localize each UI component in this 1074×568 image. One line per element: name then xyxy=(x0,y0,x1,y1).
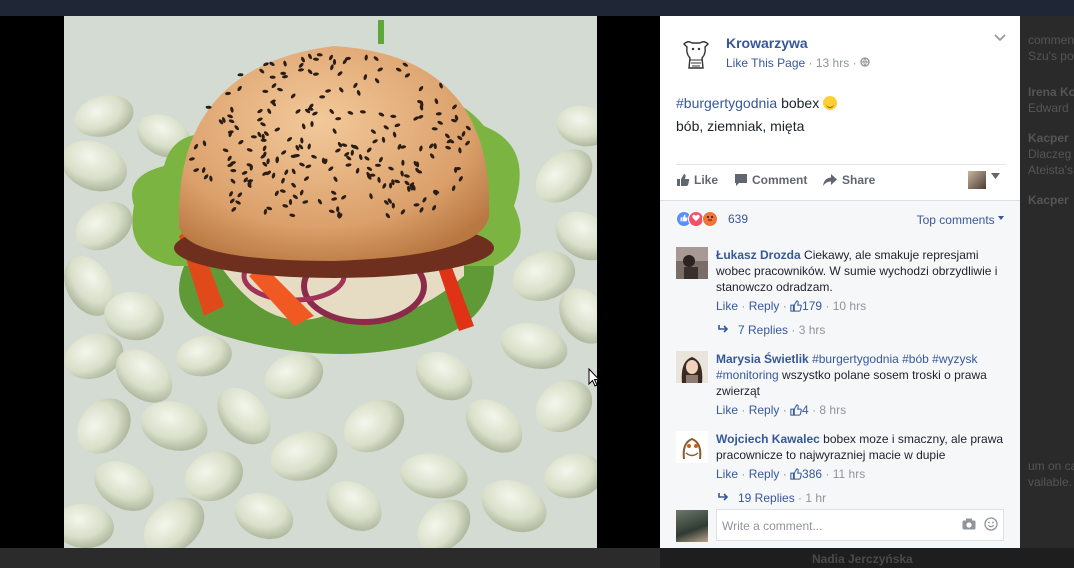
chevron-down-icon[interactable] xyxy=(994,34,1006,42)
post-ingredients: bób, ziemniak, mięta xyxy=(676,118,805,134)
viewer-avatar[interactable] xyxy=(968,171,986,189)
comment-like-link[interactable]: Like xyxy=(716,467,738,481)
like-page-link[interactable]: Like This Page xyxy=(726,56,805,70)
caret-down-icon[interactable] xyxy=(991,173,1000,179)
comment-like-link[interactable]: Like xyxy=(716,403,738,417)
page-avatar-cow-logo[interactable] xyxy=(676,34,716,74)
comment-like-link[interactable]: Like xyxy=(716,299,738,313)
share-icon xyxy=(823,174,837,186)
comment-input[interactable]: Write a comment... xyxy=(716,509,1004,541)
view-replies-link[interactable]: 7 Replies · 3 hrs xyxy=(718,323,825,337)
comment-author-link[interactable]: Marysia Świetlik xyxy=(716,352,809,366)
angry-reaction-icon xyxy=(702,211,718,227)
post-action-bar: Like Comment Share xyxy=(676,164,1006,200)
commenter-avatar[interactable] xyxy=(676,351,708,383)
commenter-avatar[interactable] xyxy=(676,247,708,279)
mouse-cursor-icon xyxy=(588,368,600,387)
background-top-bar xyxy=(0,0,1074,16)
camera-icon[interactable] xyxy=(962,518,976,530)
comment-timestamp[interactable]: 10 hrs xyxy=(833,299,866,313)
share-button[interactable]: Share xyxy=(822,173,875,187)
comment-like-count[interactable]: 386 xyxy=(790,467,822,481)
like-button[interactable]: Like xyxy=(676,173,718,187)
view-replies-link[interactable]: 19 Replies · 1 hr xyxy=(718,491,826,505)
thumbs-up-icon xyxy=(677,174,690,186)
photo-viewer xyxy=(0,16,660,548)
comment-author-link[interactable]: Wojciech Kawalec xyxy=(716,432,820,446)
comment-actions: Like · Reply · 179 · 10 hrs xyxy=(716,299,867,313)
burger-illustration xyxy=(64,16,597,548)
globe-icon xyxy=(860,57,870,67)
thumbs-up-icon xyxy=(790,300,802,312)
emoji-icon[interactable] xyxy=(984,517,998,531)
comment-timestamp[interactable]: 11 hrs xyxy=(833,467,865,481)
hashtag-link[interactable]: #burgertygodnia xyxy=(676,95,777,111)
comment-actions: Like · Reply · 4 · 8 hrs xyxy=(716,403,847,417)
reaction-count[interactable]: 639 xyxy=(728,212,748,226)
comment-timestamp[interactable]: 8 hrs xyxy=(819,403,846,417)
comment-like-count[interactable]: 179 xyxy=(790,299,822,313)
post-message: #burgertygodnia bobex bób, ziemniak, mię… xyxy=(676,92,1006,138)
comment-item: Łukasz Drozda Ciekawy, ale smakuje repre… xyxy=(676,247,1006,343)
comment-composer: Write a comment... xyxy=(676,509,1006,543)
post-header: Krowarzywa Like This Page · 13 hrs · xyxy=(676,30,1006,78)
comment-reply-link[interactable]: Reply xyxy=(749,467,780,481)
background-bottom-name: Nadia Jerczyńska xyxy=(660,548,1074,568)
comment-reply-link[interactable]: Reply xyxy=(749,403,780,417)
comment-item: Marysia Świetlik #burgertygodnia #bób #w… xyxy=(676,351,1006,425)
post-timestamp[interactable]: 13 hrs xyxy=(816,56,849,70)
post-photo[interactable] xyxy=(64,16,597,548)
comment-actions: Like · Reply · 386 · 11 hrs xyxy=(716,467,866,481)
post-side-panel: Krowarzywa Like This Page · 13 hrs · #bu… xyxy=(660,16,1020,548)
comment-sort-dropdown[interactable]: Top comments xyxy=(917,213,1004,227)
comment-item: Wojciech Kawalec bobex moze i smaczny, a… xyxy=(676,431,1006,507)
comment-button[interactable]: Comment xyxy=(734,173,807,187)
caret-down-icon xyxy=(998,216,1004,220)
page-name-link[interactable]: Krowarzywa xyxy=(726,35,808,51)
comment-icon xyxy=(735,174,747,186)
thumbs-up-icon xyxy=(790,468,802,480)
reply-arrow-icon xyxy=(718,325,729,333)
post-title-text: bobex xyxy=(781,95,820,111)
post-meta: Like This Page · 13 hrs · xyxy=(726,56,870,70)
comment-reply-link[interactable]: Reply xyxy=(749,299,780,313)
reply-arrow-icon xyxy=(718,493,729,501)
commenter-avatar[interactable] xyxy=(676,431,708,463)
comments-section: 639 Top comments Łukasz Drozda Ciekawy, … xyxy=(660,200,1020,548)
comment-like-count[interactable]: 4 xyxy=(790,403,809,417)
viewer-avatar xyxy=(676,510,708,542)
comment-author-link[interactable]: Łukasz Drozda xyxy=(716,248,801,262)
background-right-column: comment Szu's po Irena Ko Edward Kacper … xyxy=(1020,16,1074,568)
smile-emoji-icon xyxy=(823,96,838,110)
thumbs-up-icon xyxy=(790,404,802,416)
